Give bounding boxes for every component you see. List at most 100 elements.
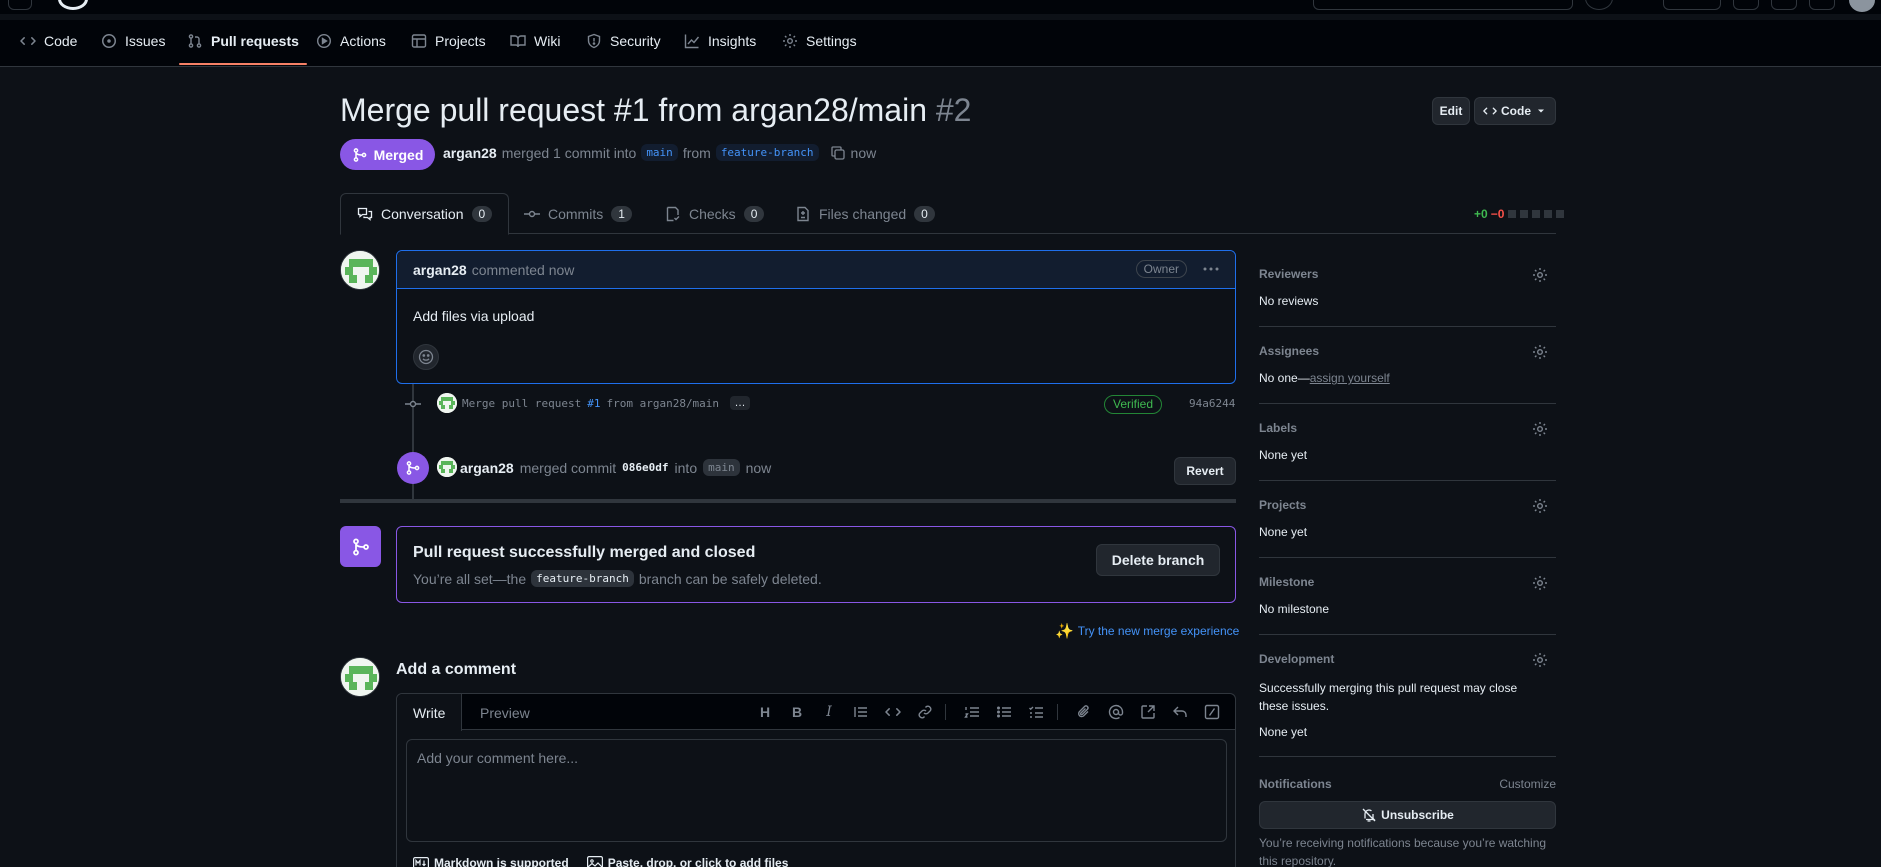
merger-avatar[interactable] [437,457,457,477]
avatar[interactable] [340,657,380,697]
try-link-label: Try the new merge experience [1077,624,1240,638]
commit-author-avatar[interactable] [437,393,457,413]
tab-actions[interactable]: Actions [308,24,394,58]
merge-text-1: merged commit [519,459,617,476]
tab-issues[interactable]: Issues [93,24,173,58]
tab-projects[interactable]: Projects [403,24,494,58]
unsubscribe-label: Unsubscribe [1381,808,1454,822]
tab-preview[interactable]: Preview [464,694,546,731]
merge-commit-sha[interactable]: 086e0df [622,461,668,474]
mention-icon[interactable] [1108,704,1124,720]
merge-status-branch[interactable]: feature-branch [531,570,634,587]
commit-sha[interactable]: 94a6244 [1189,397,1235,410]
sidebar-heading[interactable]: Assignees [1259,344,1319,358]
user-avatar[interactable] [1849,0,1875,12]
shield-icon [587,33,601,49]
delete-branch-button[interactable]: Delete branch [1096,544,1220,576]
comment-textarea[interactable] [406,739,1227,842]
create-new-button[interactable] [1663,0,1721,10]
sidebar-heading[interactable]: Projects [1259,498,1306,512]
expand-commit-button[interactable]: … [730,396,750,410]
quote-icon[interactable] [853,704,869,720]
identicon-icon [437,457,457,477]
ordered-list-icon[interactable] [964,704,980,720]
merge-branch[interactable]: main [703,459,740,476]
avatar[interactable] [340,250,380,290]
commit-message-prefix: Merge pull request [462,397,582,410]
verified-badge[interactable]: Verified [1104,395,1163,414]
editor-footer: Markdown is supported Paste, drop, or cl… [413,856,788,867]
base-branch[interactable]: main [641,144,678,161]
tab-write[interactable]: Write [397,694,463,731]
gear-icon[interactable] [1532,498,1548,514]
tab-pull-requests[interactable]: Pull requests [179,24,307,65]
tab-security[interactable]: Security [578,24,669,58]
bell-slash-icon [1362,808,1376,822]
commit-message[interactable]: Merge pull request #1 from argan28/main [462,397,719,410]
comment-card: argan28 commented now Owner Add files vi… [396,250,1236,384]
revert-button[interactable]: Revert [1174,457,1236,485]
edit-button[interactable]: Edit [1432,97,1470,125]
attach-files-note[interactable]: Paste, drop, or click to add files [586,856,788,867]
code-dropdown-button[interactable]: Code [1474,97,1556,125]
comment-author[interactable]: argan28 [413,262,467,278]
try-new-merge-link[interactable]: ✨ Try the new merge experience [1055,622,1239,640]
tab-wiki[interactable]: Wiki [502,24,568,58]
link-icon[interactable] [917,704,933,720]
sidebar-heading[interactable]: Milestone [1259,575,1314,589]
identicon-icon [437,393,457,413]
code-icon[interactable] [885,704,901,720]
menu-button[interactable] [8,0,32,10]
copilot-button[interactable] [1585,0,1613,10]
slash-command-icon[interactable] [1204,704,1220,720]
issues-button[interactable] [1733,0,1759,10]
author-link[interactable]: argan28 [443,145,497,161]
tab-code[interactable]: Code [12,24,85,58]
italic-icon[interactable]: I [821,704,837,720]
sidebar-heading[interactable]: Development [1259,652,1334,666]
sidebar-projects: Projects None yet [1259,498,1556,558]
reply-icon[interactable] [1172,704,1188,720]
sidebar-reviewers: Reviewers No reviews [1259,267,1556,327]
tab-insights[interactable]: Insights [676,24,764,58]
unsubscribe-button[interactable]: Unsubscribe [1259,801,1556,829]
gear-icon[interactable] [1532,421,1548,437]
gear-icon[interactable] [1532,575,1548,591]
sidebar-heading[interactable]: Reviewers [1259,267,1318,281]
add-reaction-button[interactable] [413,344,439,370]
tab-label: Settings [806,33,857,49]
comment-meta[interactable]: commented now [472,262,575,278]
copy-icon[interactable] [830,145,846,161]
tab-settings[interactable]: Settings [774,24,865,58]
tab-files-changed[interactable]: Files changed 0 [795,193,935,234]
kebab-horizontal-icon[interactable] [1201,261,1221,277]
inbox-button[interactable] [1809,0,1835,10]
tab-commits[interactable]: Commits 1 [524,193,632,234]
bold-icon[interactable]: B [789,704,805,720]
paperclip-icon[interactable] [1076,704,1092,720]
tab-conversation[interactable]: Conversation 0 [340,193,510,235]
search-input[interactable] [1313,0,1573,10]
merger-name[interactable]: argan28 [460,460,514,476]
merge-time[interactable]: now [746,460,772,476]
markdown-note[interactable]: Markdown is supported [413,856,569,867]
head-branch[interactable]: feature-branch [715,144,819,161]
tab-checks[interactable]: Checks 0 [665,193,765,234]
commit-issue-link[interactable]: #1 [587,397,600,410]
tasklist-icon[interactable] [1028,704,1044,720]
cross-reference-icon[interactable] [1140,704,1156,720]
markdown-icon [413,857,429,867]
global-header [0,0,1881,14]
assign-yourself-link[interactable]: assign yourself [1310,371,1390,385]
sidebar-heading[interactable]: Labels [1259,421,1297,435]
unordered-list-icon[interactable] [996,704,1012,720]
comment-header: argan28 commented now [397,251,1235,289]
pull-requests-button[interactable] [1771,0,1797,10]
customize-link[interactable]: Customize [1499,777,1556,791]
gear-icon[interactable] [1532,652,1548,668]
heading-icon[interactable]: H [757,704,773,720]
gear-icon[interactable] [1532,267,1548,283]
github-logo-icon[interactable] [58,0,88,10]
code-label: Code [1501,104,1531,118]
gear-icon[interactable] [1532,344,1548,360]
